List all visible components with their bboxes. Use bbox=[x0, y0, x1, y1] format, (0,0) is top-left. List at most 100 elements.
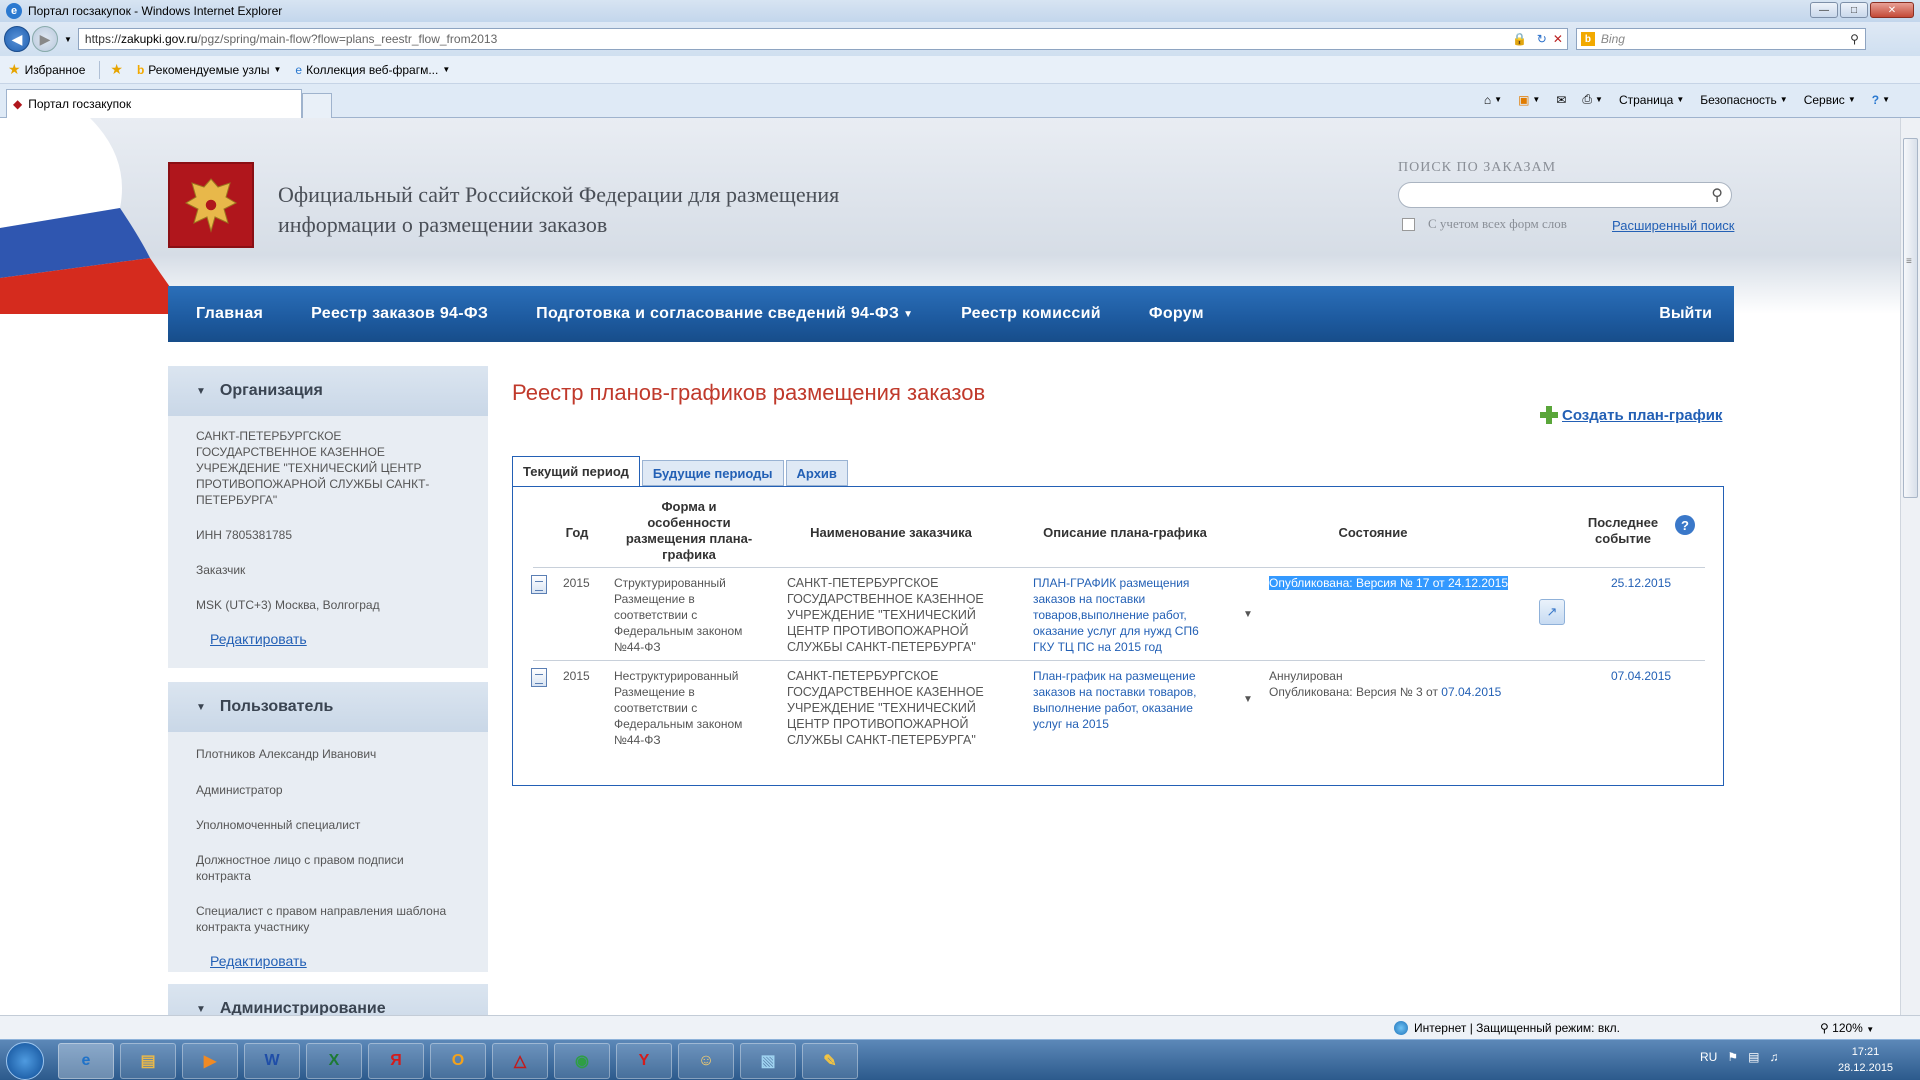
lock-icon[interactable]: 🔒 bbox=[1512, 32, 1527, 46]
taskbar-yandex-icon[interactable]: Я bbox=[368, 1043, 424, 1079]
nav-commissions[interactable]: Реестр комиссий bbox=[961, 305, 1101, 323]
clock[interactable]: 17:21 28.12.2015 bbox=[1838, 1044, 1893, 1076]
refresh-icon[interactable]: ↻ bbox=[1537, 32, 1547, 46]
page-menu-label: Страница bbox=[1618, 92, 1674, 107]
stop-icon[interactable]: ✕ bbox=[1553, 32, 1563, 46]
row2-status-date-link[interactable]: 07.04.2015 bbox=[1441, 685, 1501, 699]
org-name: САНКТ-ПЕТЕРБУРГСКОЕ ГОСУДАРСТВЕННОЕ КАЗЕ… bbox=[196, 429, 430, 507]
column-header-customer: Наименование заказчика bbox=[810, 525, 972, 540]
document-icon[interactable] bbox=[531, 668, 547, 687]
word-forms-label: С учетом всех форм слов bbox=[1428, 216, 1567, 231]
window-titlebar: e Портал госзакупок - Windows Internet E… bbox=[0, 0, 1920, 22]
taskbar-app-icon[interactable]: ☺ bbox=[678, 1043, 734, 1079]
chevron-down-icon[interactable]: ▼ bbox=[903, 309, 913, 320]
page-menu[interactable]: Страница ▼ bbox=[1619, 93, 1684, 107]
minimize-button[interactable]: — bbox=[1810, 2, 1838, 18]
taskbar-paint-icon[interactable]: ✎ bbox=[802, 1043, 858, 1079]
language-indicator[interactable]: RU bbox=[1700, 1050, 1717, 1064]
document-icon[interactable] bbox=[531, 575, 547, 594]
history-dropdown-icon[interactable]: ▼ bbox=[64, 35, 72, 44]
tab-current-period[interactable]: Текущий период bbox=[512, 456, 640, 487]
tab-future-periods[interactable]: Будущие периоды bbox=[641, 460, 784, 486]
taskbar-pdf-icon[interactable]: △ bbox=[492, 1043, 548, 1079]
suggested-sites-link[interactable]: b Рекомендуемые узлы ▼ bbox=[137, 63, 281, 77]
tray-volume-icon[interactable]: ♫ bbox=[1769, 1050, 1778, 1064]
nav-registry-94[interactable]: Реестр заказов 94-ФЗ bbox=[311, 305, 488, 323]
user-header[interactable]: ▼ Пользователь bbox=[168, 682, 488, 732]
tray-flag-icon[interactable]: ⚑ bbox=[1727, 1050, 1738, 1064]
maximize-button[interactable]: □ bbox=[1840, 2, 1868, 18]
plans-table: Год Форма и особенности размещения плана… bbox=[512, 486, 1724, 786]
admin-header[interactable]: ▼ Администрирование bbox=[168, 984, 488, 1015]
row1-description-link[interactable]: ПЛАН-ГРАФИК размещения заказов на постав… bbox=[1033, 575, 1233, 655]
taskbar: e ▤ ▶ W X Я O △ ◉ Y ☺ ▧ ✎ RU ⚑ ▤ ♫ 17:21… bbox=[0, 1039, 1920, 1080]
taskbar-word-icon[interactable]: W bbox=[244, 1043, 300, 1079]
taskbar-outlook-icon[interactable]: O bbox=[430, 1043, 486, 1079]
word-forms-checkbox[interactable] bbox=[1402, 218, 1415, 231]
page-title: Реестр планов-графиков размещения заказо… bbox=[512, 380, 986, 405]
tray-network-icon[interactable]: ▤ bbox=[1748, 1050, 1759, 1064]
close-window-button[interactable]: ✕ bbox=[1870, 2, 1914, 18]
nav-home[interactable]: Главная bbox=[196, 305, 263, 323]
row1-last-event[interactable]: 25.12.2015 bbox=[1611, 575, 1671, 591]
emblem-favicon-icon: ◆ bbox=[13, 97, 23, 111]
feeds-button[interactable]: ▣ ▼ bbox=[1518, 93, 1540, 107]
home-button[interactable]: ⌂ ▼ bbox=[1484, 93, 1502, 107]
create-plan-link[interactable]: Создать план-график bbox=[1540, 406, 1722, 424]
search-icon[interactable]: ⚲ bbox=[1711, 185, 1723, 205]
favorites-button[interactable]: ★ Избранное bbox=[8, 61, 85, 78]
new-tab-button[interactable] bbox=[302, 93, 332, 118]
nav-preparation[interactable]: Подготовка и согласование сведений 94-ФЗ bbox=[536, 305, 899, 323]
user-edit-link[interactable]: Редактировать bbox=[168, 953, 488, 969]
back-button[interactable]: ◀ bbox=[4, 26, 30, 52]
column-header-status: Состояние bbox=[1338, 525, 1408, 540]
coat-of-arms-logo[interactable] bbox=[168, 162, 254, 248]
advanced-search-link[interactable]: Расширенный поиск bbox=[1612, 218, 1734, 233]
mail-button[interactable]: ✉ bbox=[1556, 93, 1566, 107]
taskbar-ie-icon[interactable]: e bbox=[58, 1043, 114, 1079]
open-document-icon[interactable]: ↗ bbox=[1539, 599, 1565, 625]
safety-menu[interactable]: Безопасность ▼ bbox=[1700, 93, 1787, 107]
globe-icon bbox=[1394, 1021, 1408, 1035]
tools-menu[interactable]: Сервис ▼ bbox=[1804, 93, 1856, 107]
row2-description-link[interactable]: План-график на размещение заказов на пос… bbox=[1033, 668, 1233, 732]
row2-actions-dropdown-icon[interactable]: ▼ bbox=[1243, 694, 1253, 705]
row1-actions-dropdown-icon[interactable]: ▼ bbox=[1243, 609, 1253, 620]
logout-link[interactable]: Выйти bbox=[1659, 305, 1712, 323]
start-button[interactable] bbox=[6, 1042, 44, 1080]
organization-header[interactable]: ▼ Организация bbox=[168, 366, 488, 416]
vertical-scrollbar[interactable]: ≡ bbox=[1900, 118, 1920, 1015]
order-search-input[interactable]: ⚲ bbox=[1398, 182, 1732, 208]
print-button[interactable]: ⎙ ▼ bbox=[1582, 92, 1603, 107]
help-button[interactable]: ? ▼ bbox=[1872, 93, 1890, 107]
address-bar[interactable]: https://zakupki.gov.ru/pgz/spring/main-f… bbox=[77, 28, 1568, 50]
row1-form: Структурированный Размещение в соответст… bbox=[614, 576, 743, 654]
taskbar-yandex-browser-icon[interactable]: Y bbox=[616, 1043, 672, 1079]
row1-status: Опубликована: Версия № 17 от 24.12.2015 bbox=[1269, 575, 1509, 591]
taskbar-excel-icon[interactable]: X bbox=[306, 1043, 362, 1079]
search-icon[interactable]: ⚲ bbox=[1850, 32, 1859, 46]
browser-tab[interactable]: ◆ Портал госзакупок bbox=[6, 89, 302, 118]
forward-button[interactable]: ▶ bbox=[32, 26, 58, 52]
help-icon[interactable]: ? bbox=[1675, 515, 1695, 535]
taskbar-media-player-icon[interactable]: ▶ bbox=[182, 1043, 238, 1079]
web-slices-link[interactable]: e Коллекция веб-фрагм... ▼ bbox=[295, 63, 450, 77]
main-nav: Главная Реестр заказов 94-ФЗ Подготовка … bbox=[168, 286, 1734, 342]
nav-forum[interactable]: Форум bbox=[1149, 305, 1204, 323]
tab-archive[interactable]: Архив bbox=[785, 460, 848, 486]
site-header: Официальный сайт Российской Федерации дл… bbox=[0, 118, 1900, 314]
scrollbar-thumb[interactable] bbox=[1903, 138, 1918, 498]
add-favorite-icon[interactable]: ★ bbox=[110, 61, 123, 78]
address-host: zakupki.gov.ru bbox=[120, 32, 198, 46]
help-icon: ? bbox=[1871, 92, 1880, 107]
bing-search-input[interactable]: b Bing ⚲ bbox=[1575, 28, 1866, 50]
org-edit-link[interactable]: Редактировать bbox=[168, 631, 488, 647]
taskbar-notes-icon[interactable]: ▧ bbox=[740, 1043, 796, 1079]
taskbar-chrome-icon[interactable]: ◉ bbox=[554, 1043, 610, 1079]
security-zone[interactable]: Интернет | Защищенный режим: вкл. bbox=[1394, 1021, 1620, 1035]
taskbar-explorer-icon[interactable]: ▤ bbox=[120, 1043, 176, 1079]
row2-last-event[interactable]: 07.04.2015 bbox=[1611, 668, 1671, 684]
zoom-level[interactable]: ⚲ 120% ▼ bbox=[1820, 1021, 1874, 1035]
row2-year: 2015 bbox=[563, 669, 590, 683]
column-header-form: Форма и особенности размещения плана- гр… bbox=[625, 499, 753, 562]
